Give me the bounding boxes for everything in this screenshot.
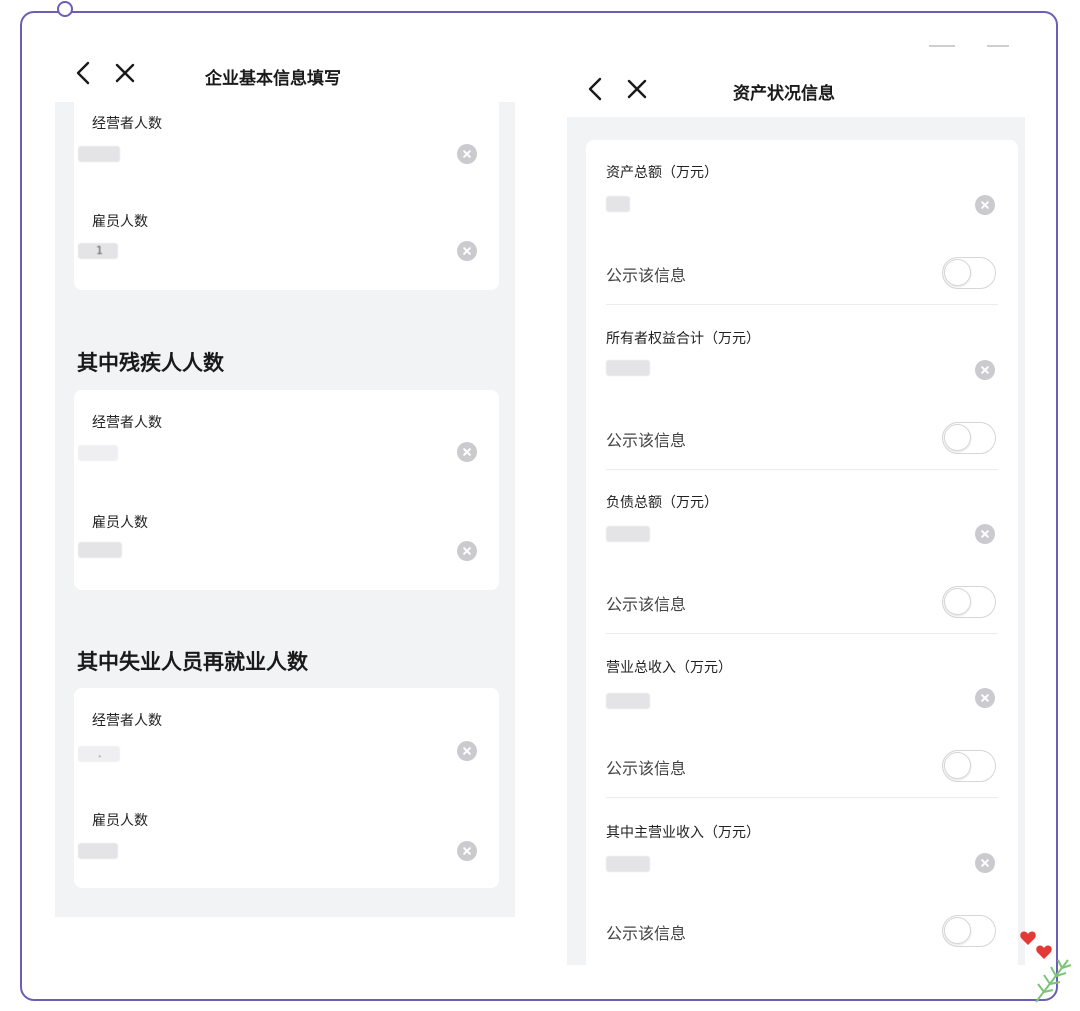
field-label: 雇员人数	[92, 515, 148, 531]
divider	[606, 633, 998, 634]
publish-toggle-label: 公示该信息	[606, 595, 687, 614]
disabled-employee-count-input[interactable]	[78, 542, 122, 558]
field-label: 负债总额（万元）	[606, 495, 718, 511]
reemployed-count-card: 经营者人数 . 雇员人数	[74, 688, 499, 888]
field-label: 资产总额（万元）	[606, 165, 718, 181]
back-icon[interactable]	[585, 75, 605, 103]
clear-icon[interactable]	[975, 195, 995, 215]
divider	[606, 469, 998, 470]
close-icon[interactable]	[113, 59, 137, 87]
publish-toggle-label: 公示该信息	[606, 266, 687, 285]
toggle-knob	[944, 752, 971, 779]
field-label: 其中主营业收入（万元）	[606, 825, 760, 841]
clear-icon[interactable]	[457, 144, 477, 164]
status-bar-fragment	[987, 45, 1009, 47]
publish-toggle[interactable]	[942, 586, 996, 618]
clear-icon[interactable]	[975, 360, 995, 380]
publish-toggle-label: 公示该信息	[606, 759, 687, 778]
disabled-operator-count-input[interactable]	[78, 445, 118, 461]
divider	[606, 304, 998, 305]
field-label: 雇员人数	[92, 813, 148, 829]
clear-icon[interactable]	[457, 841, 477, 861]
field-label: 雇员人数	[92, 214, 148, 230]
clear-icon[interactable]	[975, 524, 995, 544]
publish-toggle[interactable]	[942, 422, 996, 454]
page-title: 企业基本信息填写	[205, 69, 341, 89]
reemployed-operator-count-input[interactable]: .	[78, 746, 120, 762]
field-label: 经营者人数	[92, 116, 162, 132]
clear-icon[interactable]	[457, 741, 477, 761]
toggle-knob	[944, 259, 971, 286]
frame-corner-dot	[57, 1, 73, 17]
section-title-reemployed: 其中失业人员再就业人数	[77, 650, 308, 674]
employee-count-input[interactable]: 1	[78, 243, 118, 259]
toggle-knob	[944, 588, 971, 615]
clear-icon[interactable]	[975, 853, 995, 873]
operator-count-input[interactable]	[78, 146, 120, 162]
field-label: 经营者人数	[92, 713, 162, 729]
left-screen: 企业基本信息填写 经营者人数 雇员人数 1 其中残疾人人数 经营者人数 雇员人数…	[55, 45, 515, 917]
right-screen: 资产状况信息 资产总额（万元） 公示该信息 所有者权益合计（万元） 公示该信息 …	[567, 45, 1025, 965]
owner-equity-input[interactable]	[606, 360, 650, 376]
field-label: 所有者权益合计（万元）	[606, 331, 760, 347]
total-assets-input[interactable]	[606, 196, 630, 212]
main-business-revenue-input[interactable]	[606, 856, 650, 872]
publish-toggle-label: 公示该信息	[606, 431, 687, 450]
divider	[606, 797, 998, 798]
right-navbar: 资产状况信息	[567, 45, 1025, 117]
total-revenue-input[interactable]	[606, 693, 650, 709]
clear-icon[interactable]	[457, 541, 477, 561]
asset-info-card: 资产总额（万元） 公示该信息 所有者权益合计（万元） 公示该信息 负债总额（万元…	[586, 140, 1018, 965]
field-label: 营业总收入（万元）	[606, 660, 732, 676]
publish-toggle[interactable]	[942, 257, 996, 289]
field-label: 经营者人数	[92, 415, 162, 431]
staff-count-card: 经营者人数 雇员人数 1	[74, 93, 499, 290]
heart-leaf-decoration-icon	[1020, 931, 1072, 1003]
toggle-knob	[944, 917, 971, 944]
publish-toggle-label: 公示该信息	[606, 924, 687, 943]
toggle-knob	[944, 424, 971, 451]
publish-toggle[interactable]	[942, 750, 996, 782]
clear-icon[interactable]	[457, 241, 477, 261]
reemployed-employee-count-input[interactable]	[78, 843, 118, 859]
back-icon[interactable]	[73, 59, 93, 87]
publish-toggle[interactable]	[942, 915, 996, 947]
clear-icon[interactable]	[457, 442, 477, 462]
disabled-count-card: 经营者人数 雇员人数	[74, 390, 499, 590]
total-liabilities-input[interactable]	[606, 526, 650, 542]
section-title-disabled: 其中残疾人人数	[77, 351, 224, 375]
status-bar-fragment	[929, 45, 955, 47]
clear-icon[interactable]	[975, 688, 995, 708]
page-title: 资产状况信息	[733, 84, 835, 104]
close-icon[interactable]	[625, 75, 649, 103]
